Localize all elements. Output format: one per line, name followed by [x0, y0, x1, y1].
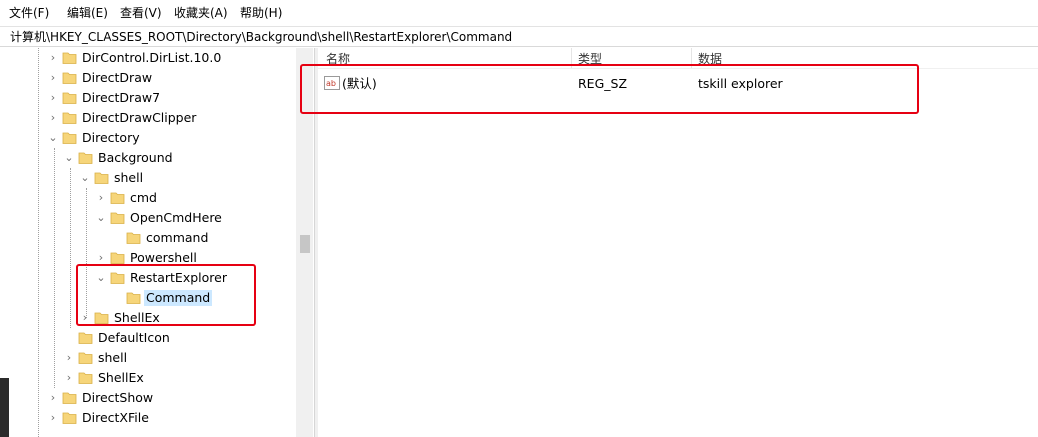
- menu-help[interactable]: 帮助(H): [240, 5, 282, 21]
- folder-icon: [110, 190, 125, 205]
- tree-item-label: ShellEx: [98, 370, 144, 385]
- tree-item-label: shell: [114, 170, 144, 185]
- address-path[interactable]: 计算机\HKEY_CLASSES_ROOT\Directory\Backgrou…: [10, 29, 512, 45]
- folder-open-icon: [94, 170, 109, 185]
- tree-item-label: DefaultIcon: [98, 330, 170, 345]
- tree-item-label: DirectDrawClipper: [82, 110, 197, 125]
- tree-item[interactable]: › DirectDraw7: [0, 88, 296, 108]
- chevron-right-icon[interactable]: ›: [94, 251, 108, 265]
- chevron-right-icon[interactable]: ›: [46, 91, 60, 105]
- folder-icon: [78, 330, 93, 345]
- folder-icon: [78, 370, 93, 385]
- tree-item-label: DirectDraw: [82, 70, 153, 85]
- folder-icon: [62, 110, 77, 125]
- folder-open-icon: [110, 210, 125, 225]
- highlight-box-value: [300, 64, 919, 114]
- folder-icon: [62, 410, 77, 425]
- chevron-right-icon[interactable]: ›: [46, 51, 60, 65]
- folder-open-icon: [62, 130, 77, 145]
- tree-item-label: DirectXFile: [82, 410, 149, 425]
- chevron-down-icon[interactable]: ⌄: [46, 131, 60, 145]
- tree-item-label: command: [146, 230, 209, 245]
- chevron-right-icon[interactable]: ›: [62, 371, 76, 385]
- folder-icon: [62, 70, 77, 85]
- chevron-right-icon[interactable]: ›: [46, 411, 60, 425]
- tree-item-label: DirControl.DirList.10.0: [82, 50, 222, 65]
- chevron-down-icon[interactable]: ⌄: [62, 151, 76, 165]
- tree-item[interactable]: › ShellEx: [0, 368, 296, 388]
- tree-item[interactable]: › shell: [0, 348, 296, 368]
- tree-item-label: cmd: [130, 190, 157, 205]
- menu-file[interactable]: 文件(F): [9, 5, 49, 21]
- chevron-right-icon[interactable]: ›: [46, 111, 60, 125]
- tree-item[interactable]: ⌄ Background: [0, 148, 296, 168]
- tree-item[interactable]: › DirectDrawClipper: [0, 108, 296, 128]
- tree-item[interactable]: command: [0, 228, 296, 248]
- chevron-right-icon[interactable]: ›: [46, 71, 60, 85]
- menu-view[interactable]: 查看(V): [120, 5, 162, 21]
- tree-item-label: DirectShow: [82, 390, 154, 405]
- tree-item-label: OpenCmdHere: [130, 210, 222, 225]
- menu-favorites[interactable]: 收藏夹(A): [174, 5, 228, 21]
- folder-icon: [78, 350, 93, 365]
- tree-item[interactable]: › DirectXFile: [0, 408, 296, 428]
- tree-item[interactable]: DefaultIcon: [0, 328, 296, 348]
- menu-bar: 文件(F) 编辑(E) 查看(V) 收藏夹(A) 帮助(H): [0, 0, 1038, 26]
- tree-item[interactable]: ⌄ Directory: [0, 128, 296, 148]
- folder-icon: [110, 250, 125, 265]
- tree-item[interactable]: ⌄ OpenCmdHere: [0, 208, 296, 228]
- tree-item-label: DirectDraw7: [82, 90, 161, 105]
- folder-icon: [62, 90, 77, 105]
- chevron-down-icon[interactable]: ⌄: [94, 211, 108, 225]
- registry-tree[interactable]: › DirControl.DirList.10.0 › DirectDraw ›…: [0, 48, 314, 437]
- tree-item[interactable]: › DirControl.DirList.10.0: [0, 48, 296, 68]
- tree-item-label: shell: [98, 350, 128, 365]
- tree-item[interactable]: › cmd: [0, 188, 296, 208]
- chevron-right-icon[interactable]: ›: [62, 351, 76, 365]
- chevron-down-icon[interactable]: ⌄: [78, 171, 92, 185]
- tree-item[interactable]: ⌄ shell: [0, 168, 296, 188]
- tree-item[interactable]: › DirectDraw: [0, 68, 296, 88]
- tree-item[interactable]: › DirectShow: [0, 388, 296, 408]
- chevron-right-icon[interactable]: ›: [46, 391, 60, 405]
- menu-edit[interactable]: 编辑(E): [67, 5, 108, 21]
- tree-item-label: Background: [98, 150, 173, 165]
- folder-icon: [62, 390, 77, 405]
- folder-icon: [62, 50, 77, 65]
- address-bar[interactable]: 计算机\HKEY_CLASSES_ROOT\Directory\Backgrou…: [0, 26, 1038, 47]
- folder-icon: [126, 230, 141, 245]
- tree-item-label: Directory: [82, 130, 140, 145]
- folder-open-icon: [78, 150, 93, 165]
- highlight-box-tree: [76, 264, 256, 326]
- tree-scrollbar-thumb[interactable]: [300, 235, 310, 253]
- chevron-right-icon[interactable]: ›: [94, 191, 108, 205]
